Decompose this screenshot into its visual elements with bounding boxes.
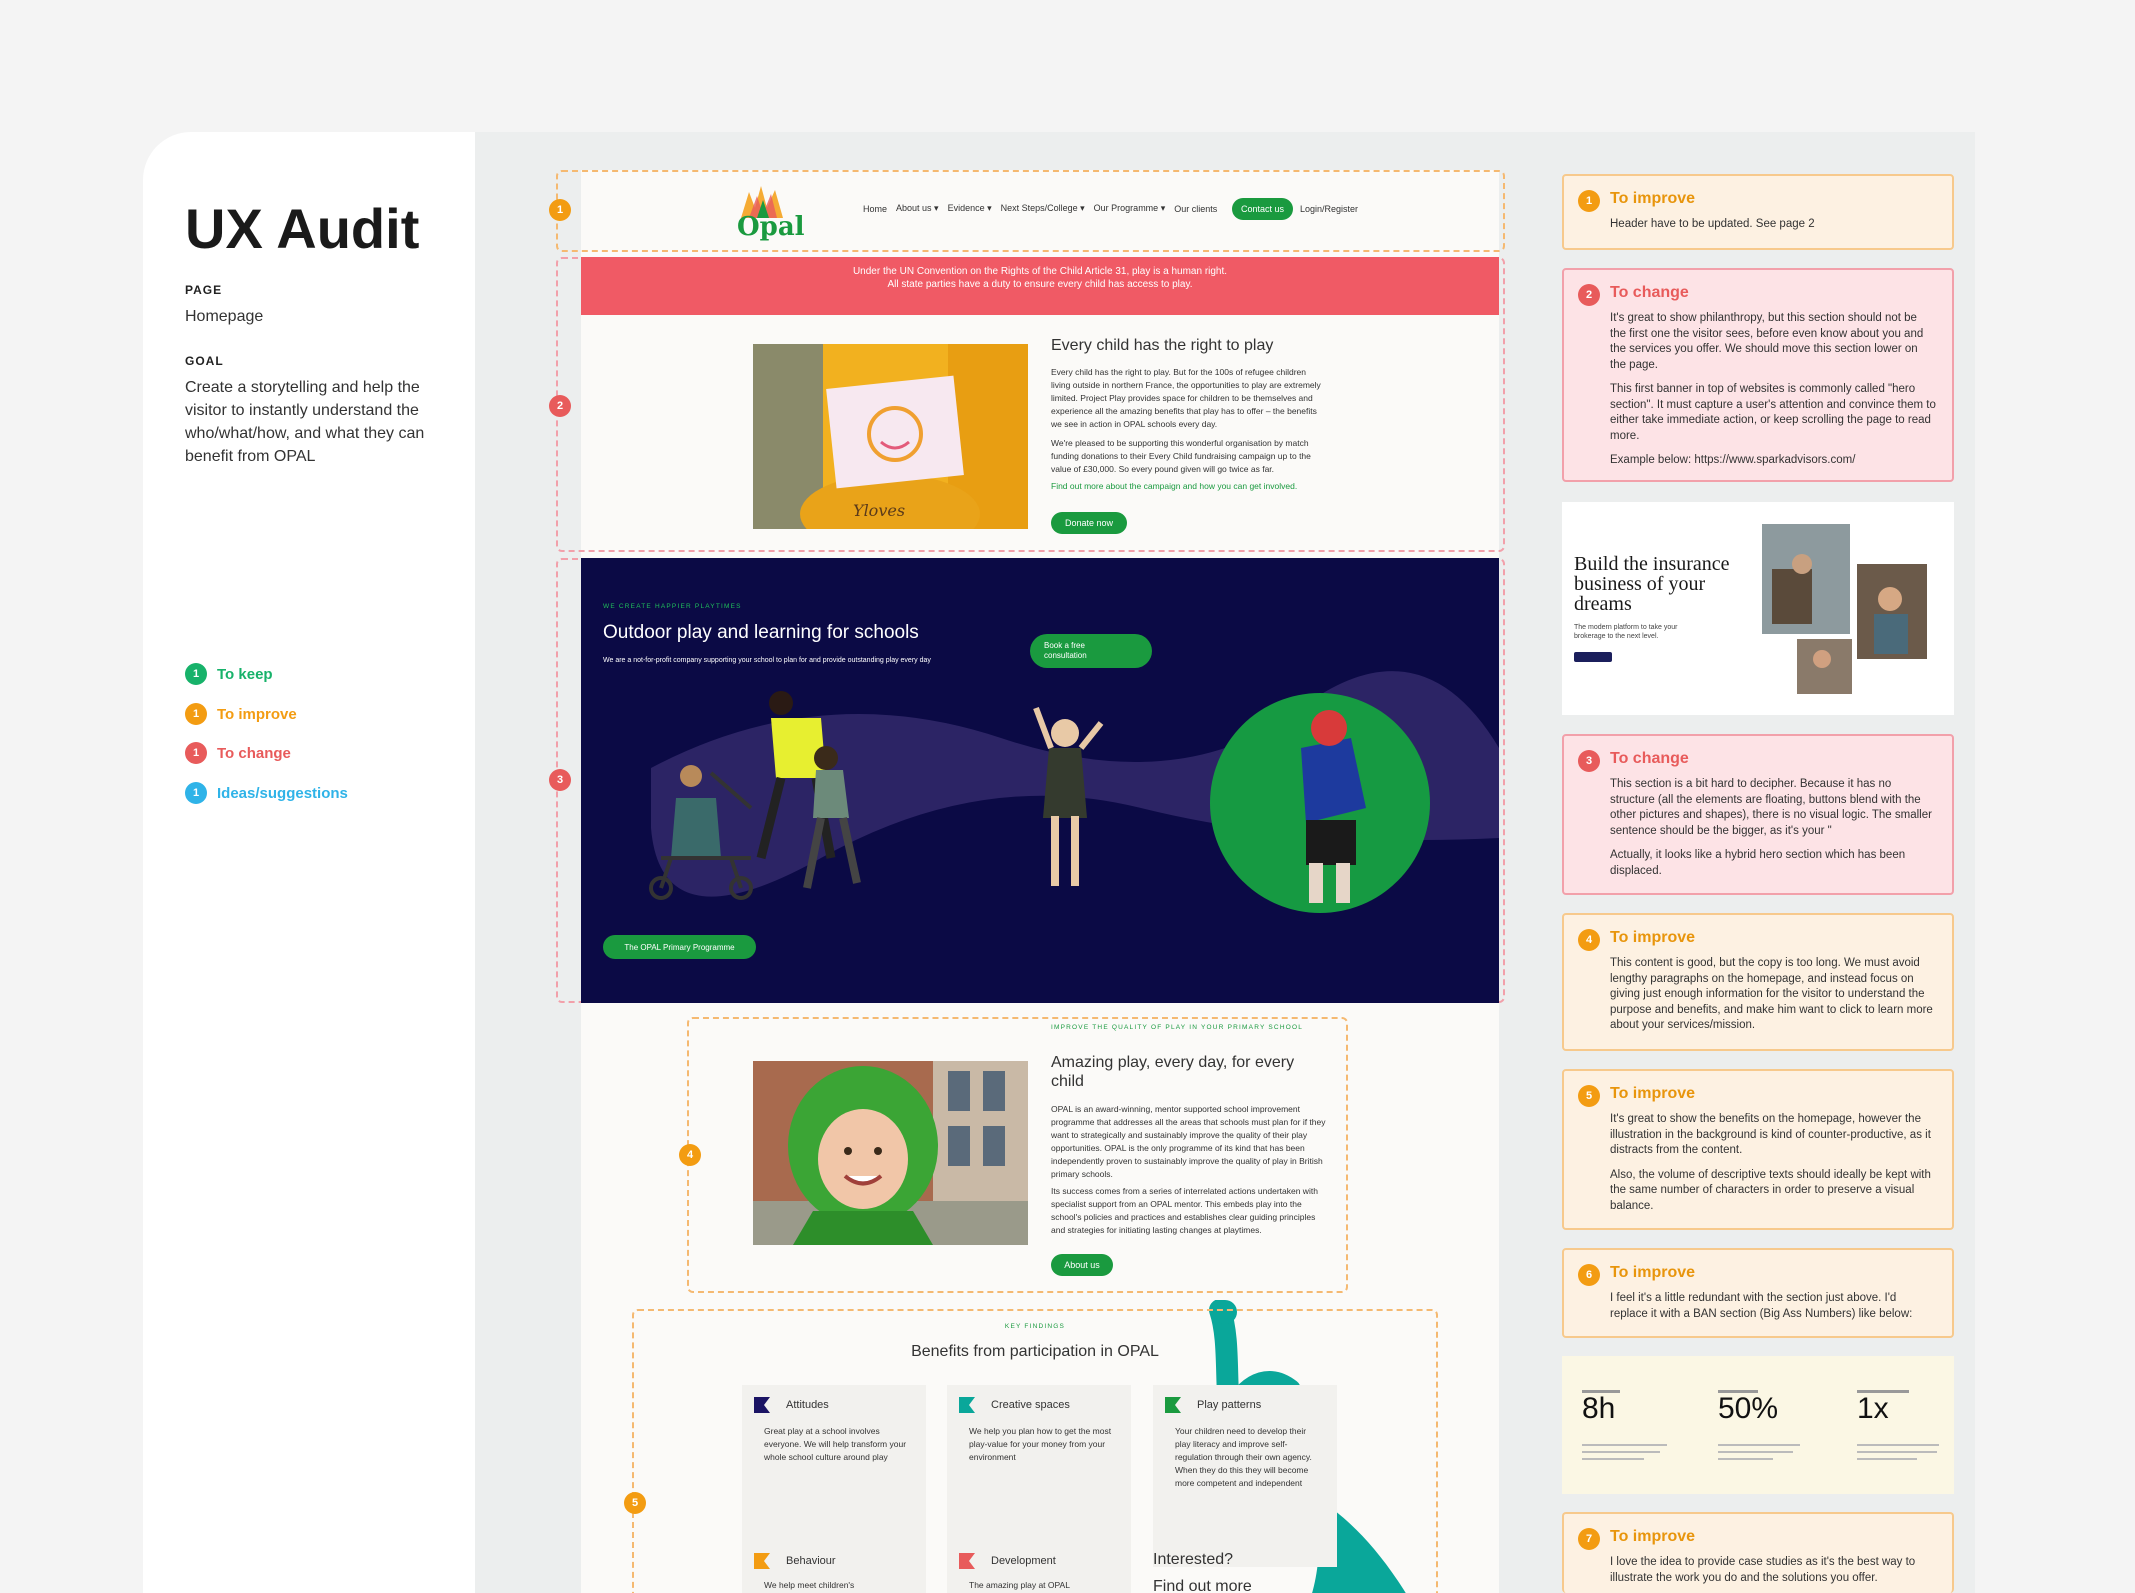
s5-interested: Interested?: [1153, 1551, 1234, 1568]
s3-subtitle: We are a not-for-profit company supporti…: [603, 657, 931, 664]
s4-eyebrow: IMPROVE THE QUALITY OF PLAY IN YOUR PRIM…: [1051, 1024, 1304, 1031]
comment-6: 6 To improve I feel it's a little redund…: [1562, 1248, 1954, 1338]
legend-ideas: 1 Ideas/suggestions: [185, 782, 348, 804]
un-banner-text: Under the UN Convention on the Rights of…: [852, 266, 1228, 290]
nav-about[interactable]: About us ▾: [896, 203, 939, 214]
example-hero-screenshot: Build the insurance business of your dre…: [1562, 502, 1954, 715]
goal-value: Create a storytelling and help the visit…: [185, 379, 425, 465]
nav-clients[interactable]: Our clients: [1174, 204, 1217, 214]
flag-icon: [959, 1397, 975, 1413]
legend-improve: 1 To improve: [185, 703, 297, 725]
benefit-title: Creative spaces: [991, 1399, 1070, 1411]
about-us-button[interactable]: About us: [1051, 1254, 1113, 1276]
benefit-text: Great play at a school involves everyone…: [764, 1426, 907, 1462]
donate-button[interactable]: Donate now: [1051, 512, 1127, 534]
s5-eyebrow: KEY FINDINGS: [1004, 1323, 1066, 1330]
primary-programme-button[interactable]: The OPAL Primary Programme: [603, 935, 756, 959]
marker-3: 3: [549, 769, 571, 791]
flag-icon: [754, 1553, 770, 1569]
flag-icon: [1165, 1397, 1181, 1413]
benefit-title: Attitudes: [786, 1399, 829, 1411]
ban-example: 8h 50% 1x: [1562, 1356, 1954, 1494]
example-hero-button: [1574, 652, 1612, 662]
example-hero-photos: [1762, 524, 1927, 694]
audit-sidebar: [143, 132, 475, 1593]
flag-icon: [754, 1397, 770, 1413]
page-label: PAGE: [185, 283, 223, 297]
s3-title: Outdoor play and learning for schools: [603, 622, 919, 643]
s2-paragraph-1: Every child has the right to play. But f…: [1051, 367, 1321, 429]
s2-campaign-link[interactable]: Find out more about the campaign and how…: [1051, 480, 1336, 493]
site-nav: Home About us ▾ Evidence ▾ Next Steps/Co…: [863, 203, 1217, 214]
marker-2: 2: [549, 395, 571, 417]
page-value: Homepage: [185, 308, 264, 325]
comment-5: 5 To improve It's great to show the bene…: [1562, 1069, 1954, 1230]
s3-eyebrow: WE CREATE HAPPIER PLAYTIMES: [603, 603, 742, 610]
s2-title: Every child has the right to play: [1051, 337, 1274, 354]
comment-2: 2 To change It's great to show philanthr…: [1562, 268, 1954, 482]
s4-paragraph-2: Its success comes from a series of inter…: [1051, 1186, 1318, 1235]
child-hood-photo: [753, 1061, 1028, 1245]
book-consultation-button[interactable]: Book a free consultation: [1030, 634, 1152, 668]
login-link[interactable]: Login/Register: [1300, 204, 1358, 214]
benefit-card-behaviour[interactable]: Behaviour We help meet children's: [742, 1541, 926, 1593]
benefit-card-attitudes[interactable]: Attitudes Great play at a school involve…: [742, 1385, 926, 1567]
benefit-title: Behaviour: [786, 1555, 836, 1567]
benefit-card-development[interactable]: Development The amazing play at OPAL: [947, 1541, 1131, 1593]
s4-paragraph-1: OPAL is an award-winning, mentor support…: [1051, 1104, 1326, 1179]
marker-4: 4: [679, 1144, 701, 1166]
example-hero-title: Build the insurance business of your dre…: [1574, 553, 1730, 615]
nav-programme[interactable]: Our Programme ▾: [1094, 203, 1166, 214]
benefit-title: Development: [991, 1555, 1056, 1567]
s4-title: Amazing play, every day, for every child: [1051, 1054, 1295, 1090]
comment-1: 1 To improve Header have to be updated. …: [1562, 174, 1954, 250]
s2-paragraph-2: We're pleased to be supporting this wond…: [1051, 438, 1311, 474]
benefit-text: The amazing play at OPAL: [969, 1580, 1070, 1590]
nav-next-steps[interactable]: Next Steps/College ▾: [1001, 203, 1085, 214]
example-hero-subtitle: The modern platform to take your brokera…: [1574, 624, 1678, 640]
benefit-text: Your children need to develop their play…: [1175, 1426, 1312, 1488]
ban-fine-text: [1582, 1390, 1939, 1460]
comment-4: 4 To improve This content is good, but t…: [1562, 913, 1954, 1051]
nav-evidence[interactable]: Evidence ▾: [948, 203, 992, 214]
s5-find-out-more[interactable]: Find out more: [1153, 1578, 1252, 1593]
benefit-text: We help meet children's: [764, 1580, 855, 1590]
nav-home[interactable]: Home: [863, 204, 887, 214]
goal-label: GOAL: [185, 354, 224, 368]
comment-3: 3 To change This section is a bit hard t…: [1562, 734, 1954, 895]
contact-button[interactable]: Contact us: [1232, 198, 1293, 220]
benefit-text: We help you plan how to get the most pla…: [969, 1426, 1112, 1462]
opal-logo[interactable]: Opal: [731, 178, 805, 244]
marker-1: 1: [549, 199, 571, 221]
legend-keep: 1 To keep: [185, 663, 273, 685]
comment-7: 7 To improve I love the idea to provide …: [1562, 1512, 1954, 1593]
marker-5: 5: [624, 1492, 646, 1514]
benefit-title: Play patterns: [1197, 1399, 1262, 1411]
legend-change: 1 To change: [185, 742, 291, 764]
audit-title: UX Audit: [185, 197, 420, 260]
s5-title: Benefits from participation in OPAL: [911, 1343, 1159, 1360]
flag-icon: [959, 1553, 975, 1569]
benefit-card-play-patterns[interactable]: Play patterns Your children need to deve…: [1153, 1385, 1337, 1567]
svg-text:Yloves: Yloves: [853, 501, 905, 520]
child-sign-photo: Yloves: [753, 344, 1028, 529]
benefit-card-creative-spaces[interactable]: Creative spaces We help you plan how to …: [947, 1385, 1131, 1567]
